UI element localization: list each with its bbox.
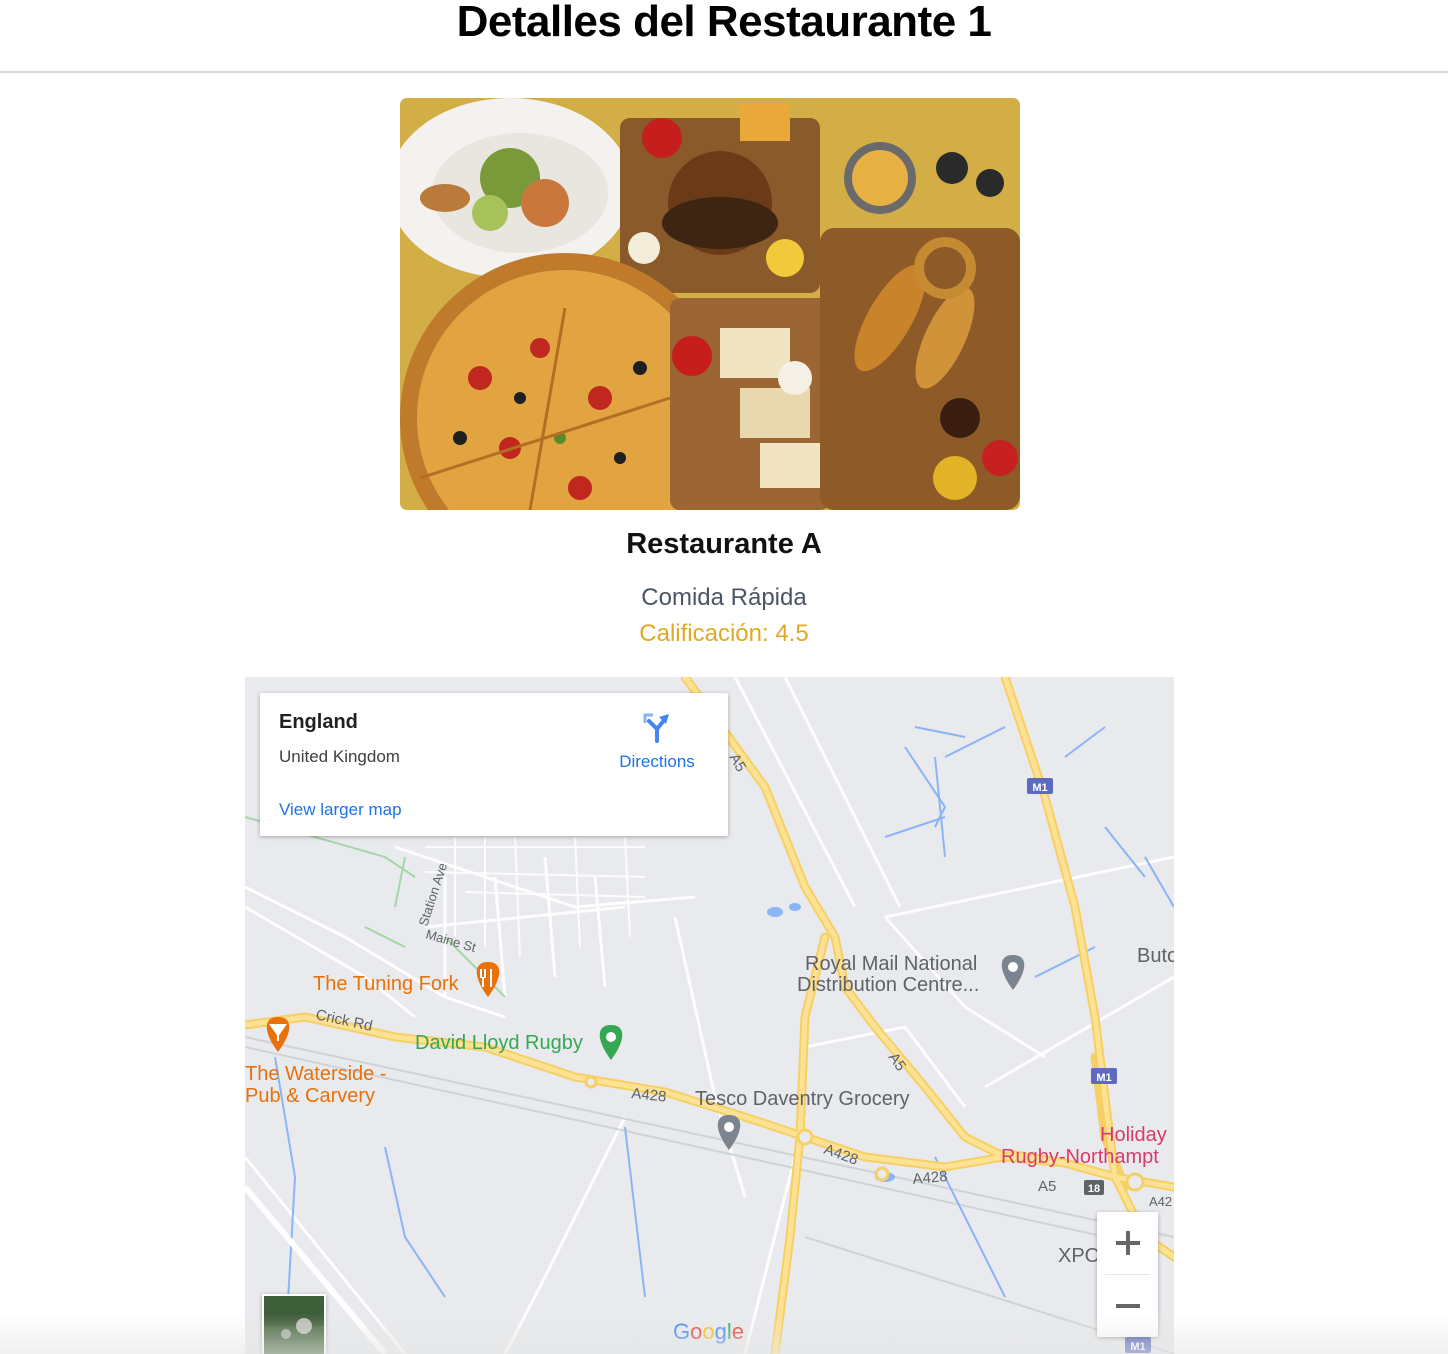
zoom-in-button[interactable] (1097, 1212, 1158, 1273)
junction-badge: 18 (1084, 1180, 1104, 1195)
poi-label-waterside-2[interactable]: Pub & Carvery (245, 1085, 375, 1107)
google-attribution: Google (673, 1319, 744, 1344)
poi-label-xpo[interactable]: XPO (1058, 1245, 1100, 1267)
directions-icon (643, 713, 669, 743)
poi-label-tesco[interactable]: Tesco Daventry Grocery (695, 1088, 910, 1110)
road-label-m1: M1 (1032, 782, 1047, 794)
food-platter-photo-icon (400, 98, 1020, 510)
zoom-out-button[interactable] (1097, 1275, 1158, 1336)
m1-badge: M1 (1091, 1068, 1117, 1084)
road-label-m1: M1 (1130, 1341, 1145, 1353)
restaurant-photo (400, 98, 1020, 510)
directions-button[interactable]: Directions (612, 711, 702, 772)
road-label-18: 18 (1088, 1183, 1100, 1195)
road-label-m1: M1 (1096, 1072, 1111, 1084)
satellite-thumbnail-icon (264, 1296, 324, 1354)
road-label-a42: A42 (1149, 1194, 1172, 1209)
poi-label-holiday[interactable]: Holiday (1100, 1124, 1167, 1146)
map-place-card: England United Kingdom View larger map D… (260, 693, 728, 836)
minus-icon (1115, 1303, 1140, 1308)
place-subtitle: United Kingdom (279, 747, 400, 766)
poi-label-buto[interactable]: Buto (1137, 945, 1174, 967)
poi-label-tuning-fork[interactable]: The Tuning Fork (313, 973, 460, 995)
poi-label-royal-mail-2[interactable]: Distribution Centre... (797, 974, 979, 996)
restaurant-name: Restaurante A (626, 528, 822, 560)
poi-label-waterside[interactable]: The Waterside - (245, 1063, 387, 1085)
m1-badge: M1 (1125, 1337, 1151, 1353)
road-label-a5: A5 (1038, 1178, 1056, 1195)
place-title: England (279, 711, 358, 733)
google-wordmark-icon: Google (673, 1319, 744, 1344)
restaurant-category: Comida Rápida (641, 584, 807, 611)
poi-label-david-lloyd[interactable]: David Lloyd Rugby (415, 1032, 583, 1054)
page-header: Detalles del Restaurante 1 (0, 0, 1448, 73)
embedded-map[interactable]: M1 M1 M1 18 A428 A428 A428 A5 A5 A5 A42 … (245, 677, 1174, 1354)
road-label-a428: A428 (912, 1168, 948, 1188)
satellite-toggle[interactable] (262, 1294, 326, 1354)
directions-label: Directions (619, 752, 695, 771)
plus-icon (1115, 1230, 1140, 1255)
restaurant-rating: Calificación: 4.5 (639, 620, 809, 647)
view-larger-map-link[interactable]: View larger map (279, 800, 402, 820)
m1-badge: M1 (1027, 778, 1053, 794)
zoom-control (1097, 1212, 1158, 1337)
page-title: Detalles del Restaurante 1 (456, 0, 992, 46)
google-logo: Google (673, 1317, 753, 1354)
poi-label-royal-mail[interactable]: Royal Mail National (805, 953, 977, 975)
poi-label-holiday-2[interactable]: Rugby-Northampt (1001, 1146, 1159, 1168)
